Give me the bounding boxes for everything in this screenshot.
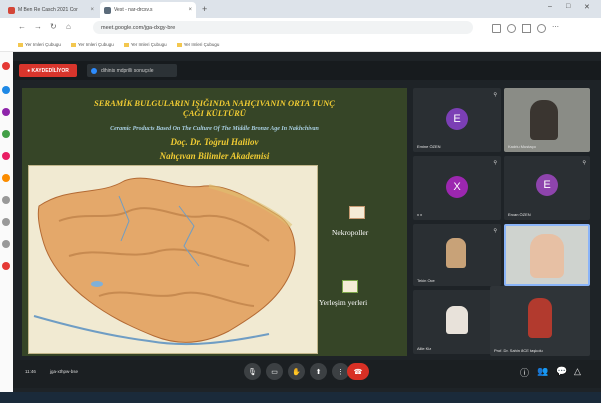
meeting-code: jga-xthpw-bse: [50, 369, 79, 374]
slide-title-line2: ÇAĞI KÜLTÜRÜ: [183, 108, 246, 118]
legend-label-necropolis: Nekropoller: [332, 228, 369, 237]
browser-tab-mail[interactable]: M Ben Re Casch 2021 Cor ×: [4, 2, 98, 18]
bookmarks-bar: Yer Imleri Çubugu Yer Imleri Çubugu Yer …: [0, 38, 601, 52]
settlement-legend-icon: [342, 280, 358, 293]
new-tab-button[interactable]: +: [202, 4, 207, 14]
participant-name: Prof. Dr. Sahin 8CE taşkolu: [494, 348, 543, 353]
sidebar-app-icon[interactable]: [2, 218, 10, 226]
info-dot-icon: [91, 67, 97, 74]
mail-icon: [8, 6, 15, 14]
present-button[interactable]: ⬆: [310, 363, 327, 380]
participant-name: Emine ÖZEN: [417, 144, 441, 149]
participant-tile[interactable]: Prof. Dr. Sahin 8CE taşkolu: [490, 286, 590, 356]
sidebar-app-icon[interactable]: [2, 174, 10, 182]
browser-tab-meet[interactable]: Vest - nar-drcsv.s ×: [100, 2, 196, 18]
meeting-details-icon[interactable]: ⓘ: [520, 366, 529, 379]
sidebar-app-icon[interactable]: [2, 196, 10, 204]
participant-name: Kadriu Mustaço: [508, 144, 536, 149]
people-icon[interactable]: 👥: [537, 366, 548, 377]
raise-hand-button[interactable]: ✋: [288, 363, 305, 380]
browser-toolbar-icons: ⋯: [492, 24, 584, 33]
maximize-icon[interactable]: □: [566, 3, 570, 10]
meeting-info-chip[interactable]: dihinis mdprilli sonuçsle: [87, 64, 177, 77]
star-icon[interactable]: [507, 24, 516, 33]
tab-close-icon[interactable]: ×: [188, 7, 192, 13]
legend-label-settlement: Yerleşim yerleri: [319, 298, 368, 307]
os-taskbar: [0, 392, 601, 403]
pin-icon[interactable]: ⚲: [493, 92, 497, 98]
recording-indicator[interactable]: ● KAYDEDİLİYOR: [19, 64, 77, 77]
pin-icon[interactable]: ⚲: [493, 160, 497, 166]
profile-icon[interactable]: [537, 24, 546, 33]
camera-button[interactable]: ▭: [266, 363, 283, 380]
home-icon[interactable]: ⌂: [66, 22, 71, 31]
participant-name: Tekin Oce: [417, 278, 435, 283]
participant-name: x x: [417, 212, 423, 217]
participant-avatar: E: [536, 174, 558, 196]
activities-icon[interactable]: △: [574, 366, 581, 377]
tab-label: M Ben Re Casch 2021 Cor: [18, 7, 78, 13]
participant-photo: [446, 306, 468, 334]
sidebar-app-icon[interactable]: [2, 86, 10, 94]
participant-tile[interactable]: X ⚲ x x: [413, 156, 501, 220]
bookmark-item[interactable]: Yer Imleri Çubugu: [124, 42, 167, 47]
slide-title: SERAMİK BULGULARIN IŞIĞINDA NAHÇIVANIN O…: [22, 98, 407, 118]
participant-video: [530, 100, 558, 140]
sidebar-app-icon[interactable]: [2, 262, 10, 270]
end-call-button[interactable]: ☎: [347, 363, 369, 380]
slide-title-line1: SERAMİK BULGULARIN IŞIĞINDA NAHÇIVANIN O…: [94, 98, 335, 108]
participant-tile[interactable]: ⚲ Alile Kiz: [413, 290, 501, 354]
sidebar-app-icon[interactable]: [2, 130, 10, 138]
slide-subtitle: Ceramic Products Based On The Culture Of…: [110, 126, 319, 132]
url-field[interactable]: meet.google.com/jga-dxgy-bre: [93, 21, 473, 34]
necropolis-legend-icon: [349, 206, 365, 219]
forward-icon[interactable]: →: [34, 22, 42, 31]
participant-name: Alile Kiz: [417, 346, 432, 351]
menu-icon[interactable]: ⋯: [552, 24, 559, 31]
presentation-slide: SERAMİK BULGULARIN IŞIĞINDA NAHÇIVANIN O…: [22, 88, 407, 356]
pin-icon[interactable]: ⚲: [582, 160, 586, 166]
sidebar-app-icon[interactable]: [2, 62, 10, 70]
bookmark-item[interactable]: Yer Imleri Çubugu: [71, 42, 114, 47]
meeting-time: 11:46: [25, 369, 36, 374]
collections-icon[interactable]: [522, 24, 531, 33]
participant-photo: [528, 298, 552, 338]
sidebar-app-icon[interactable]: [2, 240, 10, 248]
participant-tile-active-speaker[interactable]: [504, 224, 590, 286]
map-graphic: [29, 166, 317, 353]
nakhchivan-map: [28, 165, 318, 354]
chat-icon[interactable]: 💬: [556, 366, 567, 377]
reload-icon[interactable]: ↻: [50, 22, 57, 31]
participant-video: [530, 234, 564, 278]
participant-photo: [446, 238, 466, 268]
slide-institution: Nahçıvan Bilimler Akademisi: [159, 151, 270, 161]
sidebar-app-icon[interactable]: [2, 152, 10, 160]
participant-avatar: X: [446, 176, 468, 198]
minimize-icon[interactable]: –: [548, 3, 552, 10]
back-icon[interactable]: ←: [18, 22, 26, 31]
close-window-icon[interactable]: ✕: [584, 3, 590, 11]
extensions-icon[interactable]: [492, 24, 501, 33]
info-label: dihinis mdprilli sonuçsle: [101, 67, 154, 74]
pin-icon[interactable]: ⚲: [493, 228, 497, 234]
tab-close-icon[interactable]: ×: [90, 7, 94, 13]
participant-name: Ercan ÖZEN: [508, 212, 531, 217]
meet-icon: [104, 6, 111, 14]
microphone-button[interactable]: 🎙: [244, 363, 261, 380]
participant-avatar: E: [446, 108, 468, 130]
participant-tile[interactable]: E ⚲ Emine ÖZEN: [413, 88, 501, 152]
participant-tile[interactable]: E ⚲ Ercan ÖZEN: [504, 156, 590, 220]
tab-label: Vest - nar-drcsv.s: [114, 7, 153, 13]
meeting-control-bar: [13, 360, 601, 388]
url-text: meet.google.com/jga-dxgy-bre: [101, 24, 176, 31]
slide-author: Doç. Dr. Toğrul Halilov: [170, 137, 259, 147]
bookmark-item[interactable]: Yer Imleri Çubugu: [177, 42, 220, 47]
bookmark-item[interactable]: Yer Imleri Çubugu: [18, 42, 61, 47]
sidebar-app-icon[interactable]: [2, 108, 10, 116]
participant-tile[interactable]: ⚲ Tekin Oce: [413, 224, 501, 286]
participant-tile[interactable]: Kadriu Mustaço: [504, 88, 590, 152]
